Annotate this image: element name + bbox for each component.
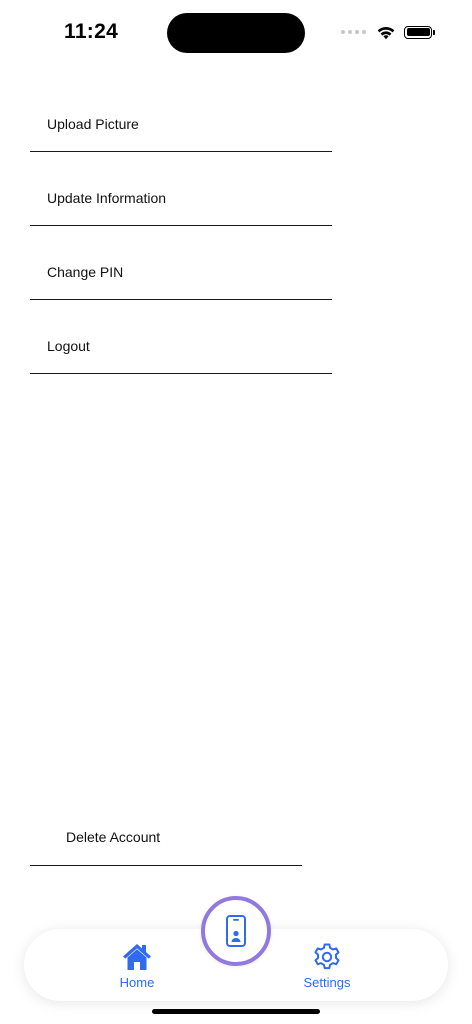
battery-icon (404, 25, 435, 39)
menu-item-label: Upload Picture (47, 116, 139, 132)
change-pin-item[interactable]: Change PIN (30, 226, 332, 300)
tab-home[interactable]: Home (92, 941, 182, 990)
delete-account-item[interactable]: Delete Account (30, 792, 302, 866)
status-indicators (341, 22, 435, 42)
status-bar: 11:24 (0, 0, 472, 64)
dynamic-island (167, 13, 305, 53)
tab-home-label: Home (119, 975, 155, 990)
cellular-signal-icon (341, 30, 366, 34)
logout-item[interactable]: Logout (30, 300, 332, 374)
delete-account-label: Delete Account (66, 829, 161, 845)
tab-settings[interactable]: Settings (282, 941, 372, 990)
settings-menu: Upload Picture Update Information Change… (0, 78, 472, 374)
tab-settings-label: Settings (303, 975, 351, 990)
menu-item-label: Change PIN (47, 264, 124, 280)
menu-item-label: Logout (47, 338, 90, 354)
gear-icon (314, 943, 340, 970)
menu-item-label: Update Information (47, 190, 167, 206)
upload-picture-item[interactable]: Upload Picture (30, 78, 332, 152)
status-time: 11:24 (64, 20, 119, 43)
center-id-button[interactable] (201, 896, 271, 966)
update-information-item[interactable]: Update Information (30, 152, 332, 226)
home-indicator (152, 1009, 320, 1014)
wifi-icon (377, 26, 395, 39)
home-icon (123, 944, 151, 970)
phone-id-icon (226, 915, 246, 947)
